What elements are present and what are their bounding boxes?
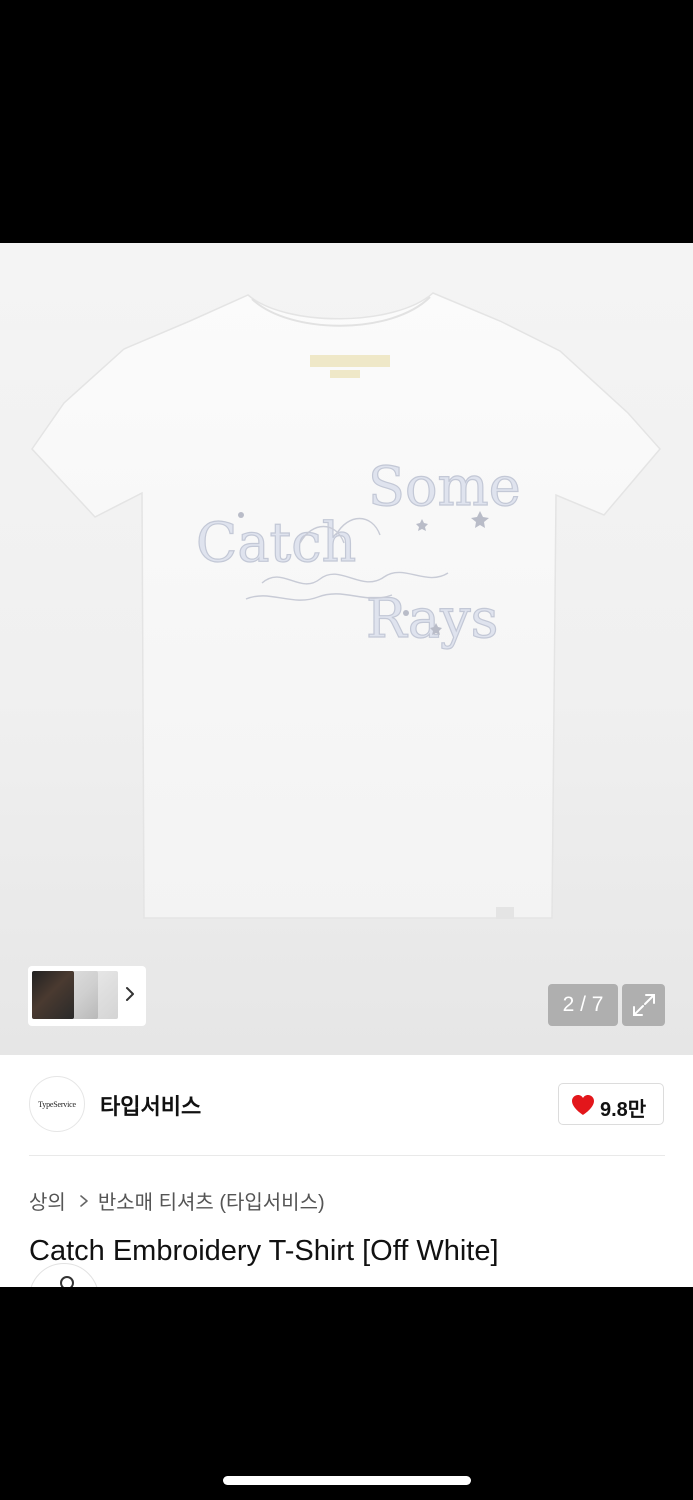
thumbnail-strip[interactable]	[28, 966, 146, 1026]
brand-logo[interactable]: TypeService	[29, 1076, 85, 1132]
top-black-bar	[0, 0, 693, 243]
product-title: Catch Embroidery T-Shirt [Off White]	[29, 1235, 499, 1267]
image-pager: 2 / 7	[548, 984, 618, 1026]
chevron-right-icon[interactable]	[122, 984, 138, 1004]
breadcrumb-item-category[interactable]: 상의	[29, 1186, 66, 1215]
bottom-black-bar	[0, 1287, 693, 1500]
product-gallery[interactable]: Catch Some Rays 2 / 7	[0, 243, 693, 1055]
breadcrumb: 상의 반소매 티셔츠 (타입서비스)	[29, 1186, 325, 1215]
expand-icon	[633, 994, 655, 1016]
expand-button[interactable]	[622, 984, 665, 1026]
heart-icon	[572, 1095, 594, 1115]
product-info-panel: TypeService 타입서비스 9.8만 상의 반소매 티셔츠 (타입서비스…	[0, 1055, 693, 1287]
print-word-some: Some	[368, 455, 521, 518]
divider	[29, 1155, 665, 1156]
breadcrumb-item-subcategory[interactable]: 반소매 티셔츠 (타입서비스)	[98, 1186, 325, 1215]
brand-name[interactable]: 타입서비스	[100, 1089, 201, 1121]
chevron-right-icon	[80, 1194, 88, 1207]
product-image[interactable]: Catch Some Rays	[0, 243, 693, 1055]
thumbnail-image[interactable]	[32, 971, 74, 1019]
home-indicator[interactable]	[223, 1476, 471, 1485]
like-count: 9.8만	[600, 1099, 647, 1121]
like-button[interactable]: 9.8만	[558, 1083, 664, 1125]
print-word-catch: Catch	[196, 511, 356, 574]
